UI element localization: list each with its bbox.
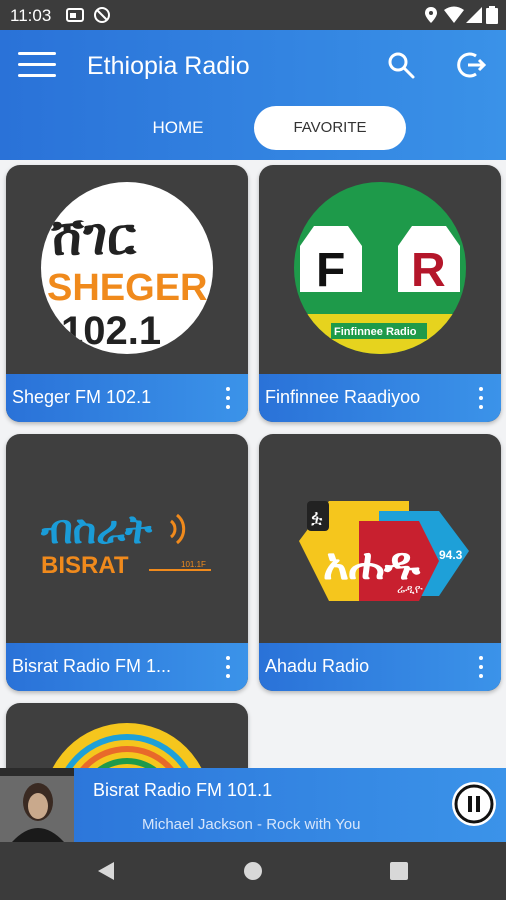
status-bar: 11:03 xyxy=(0,0,506,30)
station-name: Finfinnee Raadiyoo xyxy=(265,387,421,407)
station-card[interactable]: F R Finfinnee Radio Finfinnee Raadiyoo xyxy=(259,165,501,422)
svg-text:ሸገር: ሸገር xyxy=(50,207,137,267)
more-options-icon[interactable] xyxy=(218,653,238,681)
station-name: Bisrat Radio FM 1... xyxy=(12,656,172,676)
svg-text:F: F xyxy=(316,244,345,297)
svg-text:BISRAT: BISRAT xyxy=(41,552,129,579)
tab-favorite[interactable]: FAVORITE xyxy=(254,106,406,150)
search-icon[interactable] xyxy=(386,50,416,85)
card-footer: Bisrat Radio FM 1... xyxy=(6,643,248,691)
station-name: Sheger FM 102.1 xyxy=(12,387,152,407)
more-options-icon[interactable] xyxy=(471,384,491,412)
notification-icon xyxy=(66,6,84,29)
tab-bar: HOME FAVORITE xyxy=(0,100,506,160)
wifi-icon xyxy=(444,6,464,29)
home-icon[interactable] xyxy=(243,861,263,886)
now-playing-title: Bisrat Radio FM 101.1 xyxy=(93,780,273,800)
svg-text:94.3: 94.3 xyxy=(439,548,463,562)
exit-icon[interactable] xyxy=(456,50,487,85)
app-title: Ethiopia Radio xyxy=(87,52,250,80)
station-card[interactable]: ሸገር SHEGER 102.1 Sheger FM 102.1 xyxy=(6,165,248,422)
card-footer: Ahadu Radio xyxy=(259,643,501,691)
pause-icon xyxy=(454,784,494,824)
svg-text:102.1: 102.1 xyxy=(61,309,161,353)
svg-text:ብስራት: ብስራት xyxy=(41,507,153,553)
recents-icon[interactable] xyxy=(390,862,408,885)
now-playing-bar[interactable]: Bisrat Radio FM 101.1 Michael Jackson - … xyxy=(0,768,506,842)
battery-icon xyxy=(486,6,498,29)
station-logo: ፏ አሐዱ 94.3 ሬዲዮ xyxy=(289,451,471,623)
svg-text:ፏ: ፏ xyxy=(311,507,323,528)
status-time: 11:03 xyxy=(10,6,52,25)
menu-icon[interactable] xyxy=(18,50,56,85)
signal-icon xyxy=(466,6,482,29)
svg-text:R: R xyxy=(411,244,446,297)
station-card[interactable]: ብስራት BISRAT 101.1F Bisrat Radio FM 1... xyxy=(6,434,248,691)
svg-text:SHEGER: SHEGER xyxy=(47,267,207,309)
svg-text:Finfinnee Radio: Finfinnee Radio xyxy=(334,326,417,338)
station-logo: F R Finfinnee Radio xyxy=(294,182,466,354)
tab-home[interactable]: HOME xyxy=(100,106,256,150)
card-footer: Finfinnee Raadiyoo xyxy=(259,374,501,422)
card-footer: Sheger FM 102.1 xyxy=(6,374,248,422)
now-playing-subtitle: Michael Jackson - Rock with You xyxy=(142,816,361,833)
more-options-icon[interactable] xyxy=(218,384,238,412)
station-name: Ahadu Radio xyxy=(265,656,370,676)
station-logo: ብስራት BISRAT 101.1F xyxy=(41,451,213,623)
system-nav-bar xyxy=(0,842,506,900)
more-options-icon[interactable] xyxy=(471,653,491,681)
pause-button[interactable] xyxy=(452,782,496,826)
album-art xyxy=(0,768,74,842)
do-not-disturb-icon xyxy=(93,6,111,29)
app-bar: Ethiopia Radio xyxy=(0,30,506,100)
svg-text:ሬዲዮ: ሬዲዮ xyxy=(397,582,424,596)
station-logo: ሸገር SHEGER 102.1 xyxy=(41,182,213,354)
location-icon xyxy=(424,6,438,29)
svg-text:101.1F: 101.1F xyxy=(181,560,206,569)
station-card[interactable]: ፏ አሐዱ 94.3 ሬዲዮ Ahadu Radio xyxy=(259,434,501,691)
back-icon[interactable] xyxy=(96,861,116,886)
